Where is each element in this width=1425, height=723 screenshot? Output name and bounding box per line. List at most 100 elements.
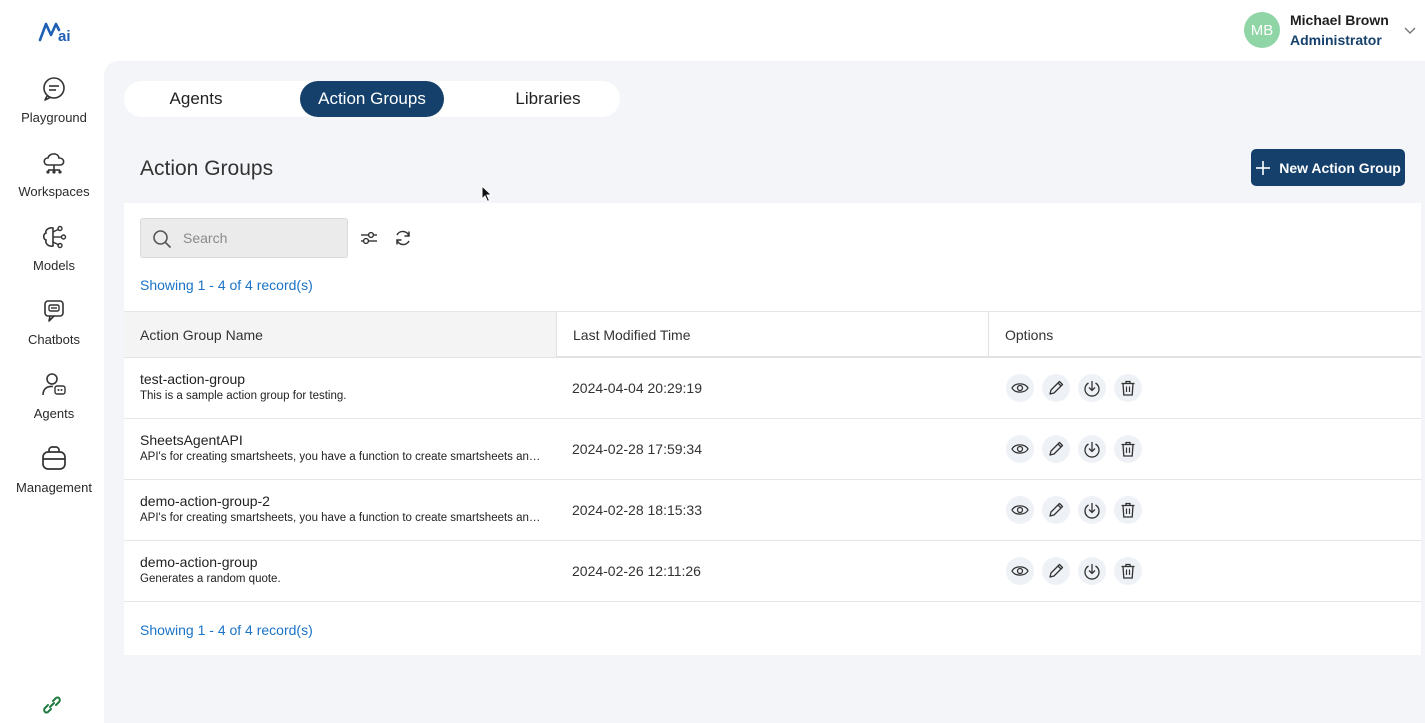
cloud-workspace-icon [43,153,65,174]
view-button[interactable] [1006,374,1034,402]
pencil-icon [1049,380,1064,395]
action-group-description: This is a sample action group for testin… [140,390,347,402]
download-icon [1084,564,1100,580]
modified-time: 2024-04-04 20:29:19 [572,380,702,396]
action-groups-table: Action Group Name Last Modified Time Opt… [124,311,1421,602]
main-panel: Agents Action Groups Libraries Action Gr… [104,61,1425,723]
tab-bar: Agents Action Groups Libraries [124,81,620,117]
action-groups-card: Showing 1 - 4 of 4 record(s) Action Grou… [124,203,1421,655]
view-button[interactable] [1006,496,1034,524]
row-options [1006,374,1150,402]
action-group-name: demo-action-group-2 [140,493,270,509]
download-icon [1084,381,1100,397]
edit-button[interactable] [1042,435,1070,463]
trash-icon [1121,563,1135,579]
sidebar-item-playground[interactable]: Playground [0,75,108,125]
download-button[interactable] [1078,435,1106,463]
sidebar: ai Playground Workspaces Models Chatbots… [0,0,104,723]
eye-icon [1011,505,1029,515]
tab-agents[interactable]: Agents [124,81,268,117]
delete-button[interactable] [1114,557,1142,585]
delete-button[interactable] [1114,435,1142,463]
tab-action-groups[interactable]: Action Groups [300,81,444,117]
column-header-modified[interactable]: Last Modified Time [557,312,989,357]
download-icon [1084,442,1100,458]
action-group-name: SheetsAgentAPI [140,432,243,448]
delete-button[interactable] [1114,374,1142,402]
view-button[interactable] [1006,557,1034,585]
pencil-icon [1049,563,1064,578]
tab-libraries[interactable]: Libraries [476,81,620,117]
sidebar-item-label: Models [33,258,75,273]
sidebar-item-agents[interactable]: Agents [0,371,108,421]
row-options [1006,435,1150,463]
search-input[interactable] [183,219,343,257]
search-icon [153,230,172,249]
download-icon [1084,503,1100,519]
download-button[interactable] [1078,496,1106,524]
chat-bubble-icon [43,77,65,101]
sidebar-item-label: Playground [21,110,87,125]
eye-icon [1011,383,1029,393]
table-row[interactable]: SheetsAgentAPI API's for creating smarts… [124,419,1421,480]
user-role: Administrator [1290,32,1382,48]
user-name: Michael Brown [1290,12,1389,28]
row-options [1006,557,1150,585]
chevron-down-icon [1404,27,1416,34]
sidebar-item-management[interactable]: Management [0,445,108,495]
brain-icon [42,225,67,249]
records-count-bottom: Showing 1 - 4 of 4 record(s) [140,622,313,638]
sidebar-item-label: Management [16,480,92,495]
action-group-name: test-action-group [140,371,246,387]
modified-time: 2024-02-28 18:15:33 [572,502,702,518]
view-button[interactable] [1006,435,1034,463]
edit-button[interactable] [1042,374,1070,402]
row-options [1006,496,1150,524]
briefcase-icon [42,446,66,470]
modified-time: 2024-02-28 17:59:34 [572,441,702,457]
page-title: Action Groups [140,157,274,180]
sidebar-item-label: Agents [33,406,75,421]
column-header-name[interactable]: Action Group Name [124,312,557,357]
edit-button[interactable] [1042,496,1070,524]
chatbot-icon [44,300,64,322]
brand-logo[interactable]: ai [38,18,74,44]
modified-time: 2024-02-26 12:11:26 [572,563,701,579]
download-button[interactable] [1078,557,1106,585]
table-row[interactable]: demo-action-group-2 API's for creating s… [124,480,1421,541]
action-group-description: API's for creating smartsheets, you have… [140,512,545,524]
pencil-icon [1049,441,1064,456]
mouse-pointer-icon [481,185,493,203]
new-action-group-button[interactable]: New Action Group [1251,149,1405,186]
refresh-icon[interactable] [393,228,413,248]
eye-icon [1011,566,1029,576]
column-header-options: Options [1005,326,1054,343]
table-row[interactable]: test-action-group This is a sample actio… [124,358,1421,419]
pencil-icon [1049,502,1064,517]
filter-sliders-icon[interactable] [359,228,379,248]
edit-button[interactable] [1042,557,1070,585]
table-row[interactable]: demo-action-group Generates a random quo… [124,541,1421,602]
avatar: MB [1244,12,1280,48]
svg-text:ai: ai [58,28,71,44]
trash-icon [1121,380,1135,396]
records-count-top: Showing 1 - 4 of 4 record(s) [140,277,313,293]
plus-icon [1256,160,1271,175]
agent-user-icon [42,373,66,396]
sidebar-item-workspaces[interactable]: Workspaces [0,149,108,199]
trash-icon [1121,502,1135,518]
sidebar-item-chatbots[interactable]: Chatbots [0,297,108,347]
sidebar-item-models[interactable]: Models [0,223,108,273]
sidebar-item-label: Workspaces [18,184,90,199]
sidebar-item-label: Chatbots [27,332,81,347]
new-action-group-label: New Action Group [1279,159,1401,176]
action-group-description: Generates a random quote. [140,573,281,585]
eye-icon [1011,444,1029,454]
action-group-name: demo-action-group [140,554,258,570]
user-menu[interactable]: MB Michael Brown Administrator [1244,12,1417,48]
search-box [140,218,348,258]
delete-button[interactable] [1114,496,1142,524]
download-button[interactable] [1078,374,1106,402]
link-icon[interactable] [40,693,64,717]
trash-icon [1121,441,1135,457]
